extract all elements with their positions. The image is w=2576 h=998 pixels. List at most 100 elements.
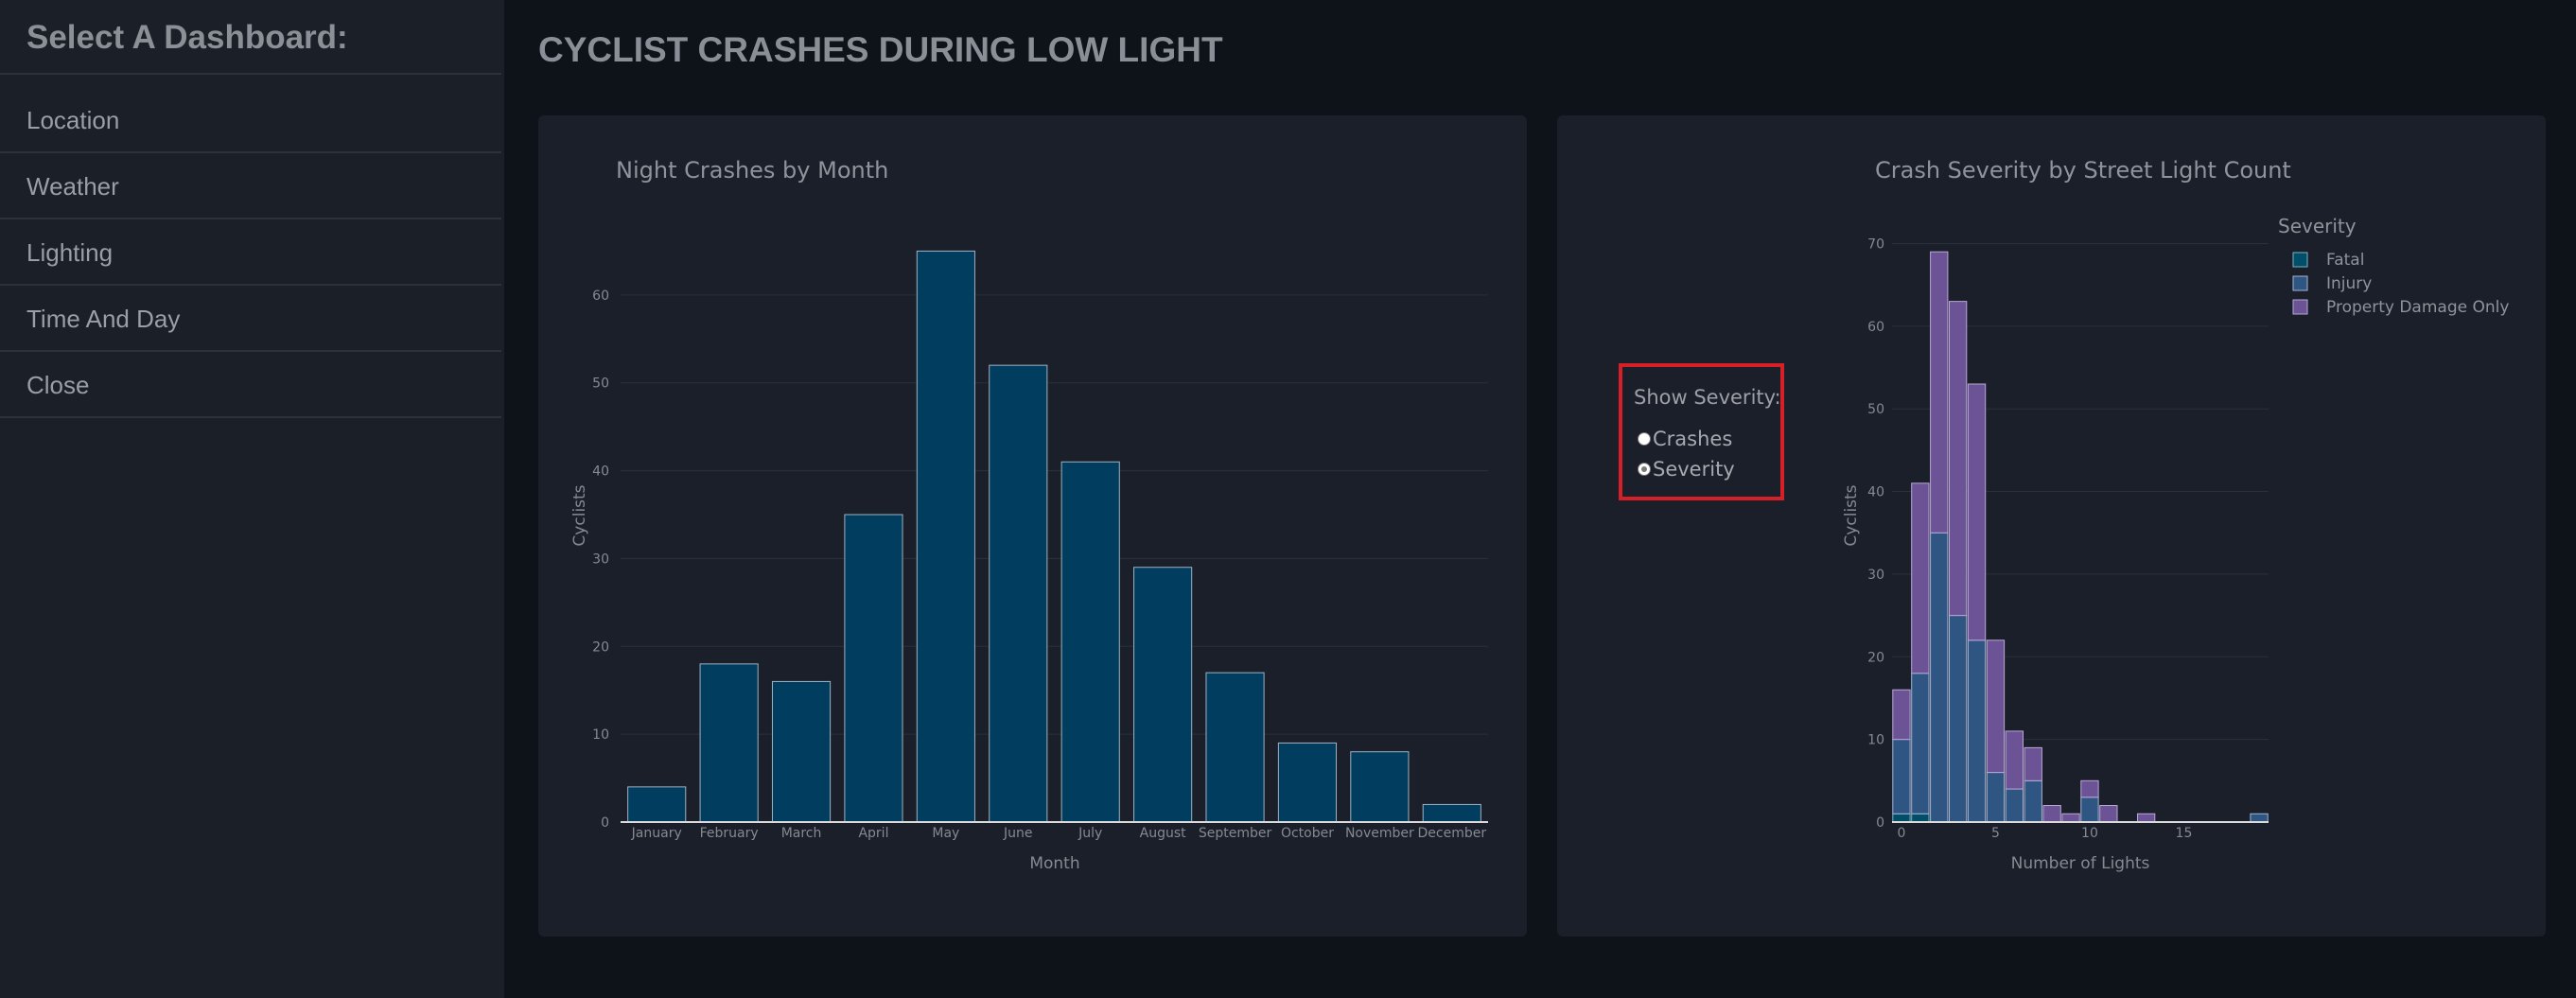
bar-april[interactable]: [844, 514, 903, 823]
bar-may[interactable]: [916, 250, 975, 823]
legend-title: Severity: [2278, 215, 2357, 237]
bar-segment-property-damage-only[interactable]: [2042, 805, 2061, 823]
month-chart-panel: Night Crashes by Month January February Ma…: [538, 115, 1527, 937]
bar-segment-property-damage-only[interactable]: [1948, 301, 1968, 617]
bar-segment-property-damage-only[interactable]: [1986, 639, 2006, 774]
bar-july[interactable]: [1060, 461, 1120, 823]
y-tick-label: 30: [592, 552, 609, 567]
severity-chart-panel: Crash Severity by Street Light Count 0 5 1…: [1557, 115, 2546, 937]
y-tick-label: 0: [601, 815, 609, 831]
sidebar-item-close[interactable]: Close: [26, 371, 89, 400]
bar-march[interactable]: [771, 680, 832, 823]
y-tick-label: 0: [1876, 815, 1884, 831]
sidebar-title: Select A Dashboard:: [26, 19, 348, 56]
legend-swatch[interactable]: [2292, 275, 2308, 291]
bar-segment-property-damage-only[interactable]: [2099, 805, 2118, 823]
y-tick-label: 70: [1867, 236, 1884, 252]
sidebar: Select A Dashboard: Location Weather Lig…: [0, 0, 504, 998]
chart-title: Night Crashes by Month: [616, 157, 888, 184]
y-axis-title: Cyclists: [570, 484, 589, 546]
bar-august[interactable]: [1133, 567, 1193, 823]
bar-segment-property-damage-only[interactable]: [2061, 813, 2080, 823]
bar-segment-property-damage-only[interactable]: [1911, 482, 1930, 674]
severity-toggle-box: Show Severity: Crashes Severity: [1619, 363, 1784, 500]
legend-swatch[interactable]: [2292, 252, 2308, 268]
bar-segment-property-damage-only[interactable]: [2024, 746, 2042, 781]
sidebar-item-location[interactable]: Location: [26, 106, 119, 135]
x-tick-label: September: [1199, 826, 1272, 841]
bar-january[interactable]: [627, 786, 687, 823]
bar-segment-injury[interactable]: [1911, 673, 1930, 814]
bar-november[interactable]: [1350, 751, 1410, 823]
bar-october[interactable]: [1277, 742, 1338, 823]
x-tick-label: August: [1140, 826, 1187, 841]
bar-segment-property-damage-only[interactable]: [1892, 689, 1911, 741]
bar-segment-property-damage-only[interactable]: [2005, 730, 2024, 790]
y-tick-label: 50: [1867, 402, 1884, 417]
bar-segment-injury[interactable]: [2005, 788, 2024, 823]
bar-segment-injury[interactable]: [1948, 615, 1968, 823]
x-tick-label: December: [1417, 826, 1486, 841]
x-tick-label: February: [700, 826, 759, 841]
radio-crashes[interactable]: Crashes: [1638, 428, 1732, 450]
bar-september[interactable]: [1205, 672, 1265, 823]
bar-segment-injury[interactable]: [2250, 813, 2269, 823]
bar-segment-injury[interactable]: [2080, 797, 2099, 823]
bar-segment-injury[interactable]: [1967, 639, 1987, 823]
bar-june[interactable]: [989, 364, 1048, 823]
sidebar-divider: [0, 350, 501, 352]
bar-segment-injury[interactable]: [1930, 532, 1949, 823]
bar-segment-injury[interactable]: [1986, 772, 2006, 823]
sidebar-divider: [0, 151, 501, 153]
y-tick-label: 40: [1867, 485, 1884, 500]
bar-segment-property-damage-only[interactable]: [1967, 383, 1987, 641]
y-tick-label: 10: [1867, 733, 1884, 748]
bar-segment-property-damage-only[interactable]: [2080, 779, 2099, 798]
month-bar-chart: Night Crashes by Month January February Ma…: [570, 157, 1488, 873]
y-tick-label: 60: [1867, 320, 1884, 335]
radio-crashes-label: Crashes: [1653, 428, 1733, 450]
sidebar-item-time-and-day[interactable]: Time And Day: [26, 305, 180, 334]
x-axis-title: Month: [1029, 854, 1079, 873]
x-tick-label: April: [858, 826, 888, 841]
chart-title: Crash Severity by Street Light Count: [1875, 157, 2291, 184]
sidebar-divider: [0, 73, 501, 75]
y-axis-title: Cyclists: [1842, 484, 1861, 546]
radio-severity-circle[interactable]: [1638, 463, 1651, 476]
bar-segment-injury[interactable]: [2024, 779, 2042, 823]
x-tick-label: 0: [1897, 826, 1905, 841]
x-axis-title: Number of Lights: [2011, 854, 2150, 873]
y-tick-label: 50: [592, 376, 609, 392]
legend-label[interactable]: Injury: [2326, 274, 2372, 293]
bar-segment-property-damage-only[interactable]: [2136, 813, 2156, 823]
bar-segment-fatal[interactable]: [1892, 813, 1911, 823]
y-tick-label: 40: [592, 464, 609, 480]
x-tick-label: March: [781, 826, 822, 841]
x-tick-label: November: [1345, 826, 1414, 841]
y-tick-label: 20: [1867, 650, 1884, 665]
legend-label[interactable]: Fatal: [2326, 251, 2364, 270]
bar-segment-property-damage-only[interactable]: [1930, 251, 1949, 534]
sidebar-item-weather[interactable]: Weather: [26, 172, 119, 201]
bar-segment-injury[interactable]: [1892, 739, 1911, 814]
radio-crashes-circle[interactable]: [1638, 432, 1651, 446]
bar-february[interactable]: [699, 663, 759, 823]
x-tick-label: July: [1078, 826, 1102, 841]
x-tick-label: May: [932, 826, 959, 841]
bar-segment-fatal[interactable]: [1911, 813, 1930, 823]
x-tick-label: 5: [1991, 826, 2000, 841]
sidebar-divider: [0, 284, 501, 286]
legend-label[interactable]: Property Damage Only: [2326, 298, 2509, 317]
x-tick-label: 15: [2176, 826, 2193, 841]
sidebar-divider: [0, 416, 501, 418]
y-tick-label: 10: [592, 727, 609, 743]
sidebar-item-lighting[interactable]: Lighting: [26, 238, 113, 268]
legend-swatch[interactable]: [2292, 299, 2308, 315]
radio-severity-label: Severity: [1653, 458, 1735, 481]
x-tick-label: June: [1003, 826, 1033, 841]
sidebar-divider: [0, 218, 501, 219]
page-title: CYCLIST CRASHES DURING LOW LIGHT: [538, 30, 1223, 69]
y-tick-label: 30: [1867, 568, 1884, 583]
radio-severity[interactable]: Severity: [1638, 458, 1735, 481]
bar-december[interactable]: [1422, 803, 1481, 823]
